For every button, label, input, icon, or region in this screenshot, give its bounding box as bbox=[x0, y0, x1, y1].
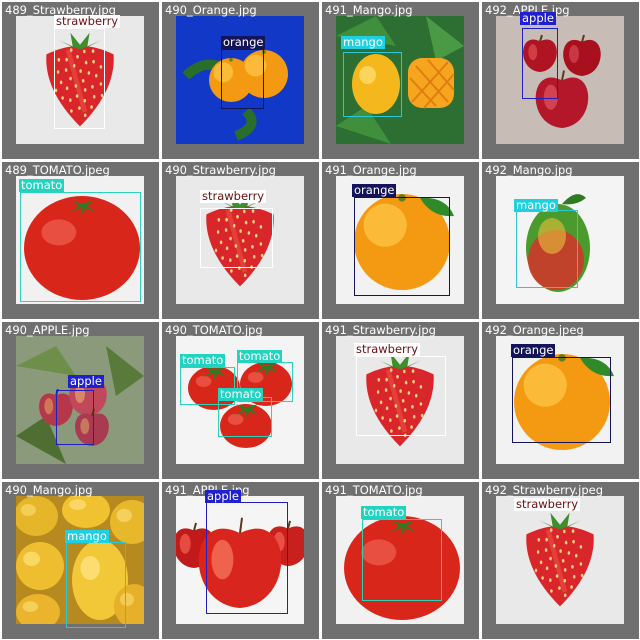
class-label: tomato bbox=[361, 505, 407, 519]
class-label: orange bbox=[352, 183, 397, 197]
bounding-box bbox=[354, 197, 450, 296]
bounding-box bbox=[221, 49, 264, 109]
result-tile[interactable]: 492_Mango.jpgmango bbox=[482, 162, 639, 319]
bounding-box bbox=[522, 28, 558, 99]
bounding-box bbox=[54, 28, 105, 129]
image-filename: 492_Strawberry.jpeg bbox=[485, 483, 604, 497]
image-filename: 492_Orange.jpeg bbox=[485, 323, 584, 337]
class-label: strawberry bbox=[354, 342, 421, 356]
image-filename: 490_APPLE.jpg bbox=[5, 323, 90, 337]
result-tile[interactable]: 492_Orange.jpegorange bbox=[482, 322, 639, 479]
fruit-photo bbox=[496, 16, 624, 144]
image-filename: 491_Strawberry.jpg bbox=[325, 323, 436, 337]
result-tile[interactable]: 491_Strawberry.jpg strawberry bbox=[322, 322, 479, 479]
image-filename: 491_TOMATO.jpg bbox=[325, 483, 423, 497]
result-tile[interactable]: 491_Orange.jpgorange bbox=[322, 162, 479, 319]
class-label: orange bbox=[511, 343, 556, 357]
bounding-box bbox=[218, 397, 272, 437]
bounding-box bbox=[343, 52, 402, 117]
result-tile[interactable]: 490_Orange.jpgorange bbox=[162, 2, 319, 159]
image-filename: 489_TOMATO.jpeg bbox=[5, 163, 110, 177]
result-tile[interactable]: 490_APPLE.jpgapple bbox=[2, 322, 159, 479]
result-tile[interactable]: 491_APPLE.jpgapple bbox=[162, 482, 319, 639]
class-label: strawberry bbox=[54, 14, 121, 28]
result-tile[interactable]: 490_TOMATO.jpgtomato tomato tomato bbox=[162, 322, 319, 479]
bounding-box bbox=[362, 519, 442, 601]
bounding-box bbox=[66, 542, 126, 628]
image-filename: 490_Strawberry.jpg bbox=[165, 163, 276, 177]
bounding-box bbox=[512, 357, 611, 443]
class-label: mango bbox=[341, 35, 385, 49]
bounding-box bbox=[20, 192, 141, 302]
class-label: tomato bbox=[180, 353, 226, 367]
fruit-photo bbox=[496, 496, 624, 624]
bounding-box bbox=[206, 502, 288, 614]
result-tile[interactable]: 490_Mango.jpgmango bbox=[2, 482, 159, 639]
image-filename: 490_Mango.jpg bbox=[5, 483, 93, 497]
image-filename: 491_Mango.jpg bbox=[325, 3, 413, 17]
result-tile[interactable]: 489_TOMATO.jpeg tomato bbox=[2, 162, 159, 319]
class-label: tomato bbox=[218, 387, 264, 401]
class-label: apple bbox=[68, 374, 104, 388]
class-label: strawberry bbox=[200, 189, 267, 203]
class-label: orange bbox=[221, 35, 266, 49]
detection-results-grid: 489_Strawberry.jpg strawberry 490_Orange.… bbox=[0, 0, 640, 640]
class-label: apple bbox=[205, 489, 241, 503]
class-label: tomato bbox=[237, 349, 283, 363]
result-tile[interactable]: 491_Mango.jpgmango bbox=[322, 2, 479, 159]
class-label: strawberry bbox=[514, 497, 581, 511]
image-filename: 492_Mango.jpg bbox=[485, 163, 573, 177]
class-label: tomato bbox=[19, 178, 65, 192]
class-label: mango bbox=[65, 529, 109, 543]
image-filename: 491_Orange.jpg bbox=[325, 163, 417, 177]
result-tile[interactable]: 489_Strawberry.jpg strawberry bbox=[2, 2, 159, 159]
result-tile[interactable]: 492_APPLE.jpg apple bbox=[482, 2, 639, 159]
class-label: mango bbox=[514, 198, 558, 212]
bounding-box bbox=[356, 356, 446, 436]
class-label: apple bbox=[520, 11, 556, 25]
bounding-box bbox=[56, 390, 94, 445]
result-tile[interactable]: 490_Strawberry.jpg strawberry bbox=[162, 162, 319, 319]
bounding-box bbox=[200, 208, 273, 268]
result-tile[interactable]: 491_TOMATO.jpgtomato bbox=[322, 482, 479, 639]
bounding-box bbox=[516, 210, 578, 288]
result-tile[interactable]: 492_Strawberry.jpeg strawberry bbox=[482, 482, 639, 639]
image-filename: 490_TOMATO.jpg bbox=[165, 323, 263, 337]
image-filename: 490_Orange.jpg bbox=[165, 3, 257, 17]
